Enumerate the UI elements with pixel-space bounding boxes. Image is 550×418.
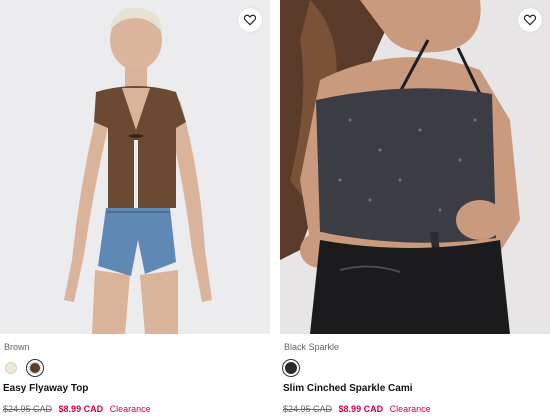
swatch-brown[interactable] <box>26 359 44 377</box>
swatch-brown-dot <box>29 362 41 374</box>
wishlist-button[interactable] <box>238 8 262 32</box>
swatch-cream-dot <box>5 362 17 374</box>
price-row: $24.95 CAD $8.99 CAD Clearance <box>283 404 431 414</box>
heart-icon <box>523 14 537 26</box>
product-card-easy-flyaway-top[interactable]: Brown Easy Flyaway Top $24.95 CAD $8.99 … <box>0 0 270 418</box>
clearance-badge: Clearance <box>109 404 151 414</box>
sale-price: $8.99 CAD <box>338 404 384 414</box>
original-price: $24.95 CAD <box>283 404 333 414</box>
product-card-slim-cinched-sparkle-cami[interactable]: Black Sparkle Slim Cinched Sparkle Cami … <box>280 0 550 418</box>
selected-color-label: Brown <box>4 342 30 352</box>
swatch-black-sparkle-dot <box>285 362 297 374</box>
product-title[interactable]: Easy Flyaway Top <box>3 383 88 394</box>
product-image[interactable] <box>280 0 550 334</box>
original-price: $24.95 CAD <box>3 404 53 414</box>
swatch-black-sparkle[interactable] <box>282 359 300 377</box>
price-row: $24.95 CAD $8.99 CAD Clearance <box>3 404 151 414</box>
product-image[interactable] <box>0 0 270 334</box>
wishlist-button[interactable] <box>518 8 542 32</box>
heart-icon <box>243 14 257 26</box>
sale-price: $8.99 CAD <box>58 404 104 414</box>
product-title[interactable]: Slim Cinched Sparkle Cami <box>283 383 413 394</box>
color-swatches <box>282 359 300 377</box>
color-swatches <box>2 359 44 377</box>
selected-color-label: Black Sparkle <box>284 342 340 352</box>
swatch-cream[interactable] <box>2 359 20 377</box>
clearance-badge: Clearance <box>389 404 431 414</box>
